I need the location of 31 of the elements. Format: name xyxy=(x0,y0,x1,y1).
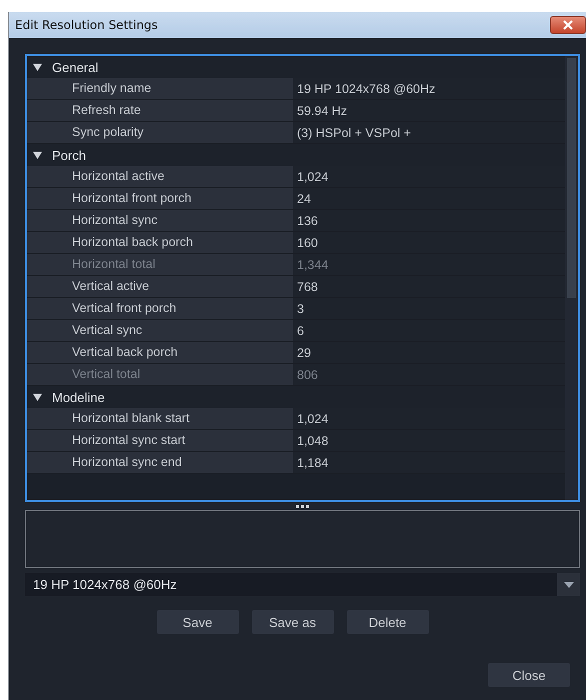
close-dialog-button[interactable]: Close xyxy=(488,663,570,687)
close-icon xyxy=(563,20,573,30)
scrollbar[interactable] xyxy=(565,56,578,500)
property-name: Horizontal sync end xyxy=(27,452,293,473)
property-name: Refresh rate xyxy=(27,100,293,121)
property-name: Horizontal back porch xyxy=(27,232,293,253)
property-name: Friendly name xyxy=(27,78,293,99)
property-name: Vertical back porch xyxy=(27,342,293,363)
property-name: Horizontal sync start xyxy=(27,430,293,451)
close-button[interactable] xyxy=(550,16,586,34)
property-name: Horizontal front porch xyxy=(27,188,293,209)
property-name: Horizontal blank start xyxy=(27,408,293,429)
property-name: Horizontal active xyxy=(27,166,293,187)
property-name: Vertical active xyxy=(27,276,293,297)
property-name: Sync polarity xyxy=(27,122,293,143)
expanded-triangle-icon xyxy=(33,150,42,160)
scrollbar-thumb[interactable] xyxy=(567,58,576,298)
splitter-handle[interactable] xyxy=(294,502,311,510)
dialog-button[interactable]: Delete xyxy=(346,610,428,634)
property-name: Vertical sync xyxy=(27,320,293,341)
window-title: Edit Resolution Settings xyxy=(15,18,158,32)
caret-icon xyxy=(564,582,574,588)
preset-dropdown[interactable]: 19 HP 1024x768 @60Hz xyxy=(25,573,580,596)
property-name: Vertical total xyxy=(27,364,293,385)
property-name: Horizontal sync xyxy=(27,210,293,231)
property-name: Vertical front porch xyxy=(27,298,293,319)
expanded-triangle-icon xyxy=(33,392,42,402)
dialog-button[interactable]: Save as xyxy=(252,610,334,634)
expanded-triangle-icon xyxy=(33,62,42,72)
dialog-button[interactable]: Save xyxy=(156,610,238,634)
property-name: Horizontal total xyxy=(27,254,293,275)
